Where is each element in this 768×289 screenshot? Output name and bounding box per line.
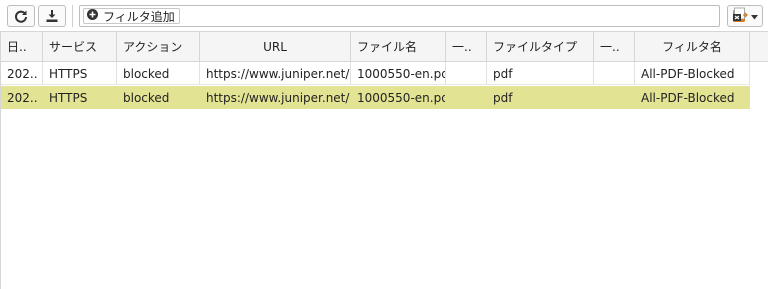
table-header: 日.. サービス アクション URL ファイル名 一.. ファイルタイプ 一..… <box>1 32 768 62</box>
column-header-col6[interactable]: 一.. <box>446 32 487 61</box>
cell-action: blocked <box>117 62 200 85</box>
column-header-action[interactable]: アクション <box>117 32 200 61</box>
cell-action: blocked <box>123 90 170 105</box>
cell-filetype: pdf <box>487 62 594 85</box>
export-icon <box>732 7 748 26</box>
toolbar: フィルタ追加 <box>0 0 768 32</box>
add-filter-button[interactable]: フィルタ追加 <box>83 8 180 24</box>
table-row[interactable]: 202.. HTTPS blocked https://www.juniper.… <box>1 62 750 85</box>
cell-service: HTTPS <box>43 62 117 85</box>
cell-date: 202.. <box>7 90 38 105</box>
download-button[interactable] <box>38 5 66 27</box>
log-table: 日.. サービス アクション URL ファイル名 一.. ファイルタイプ 一..… <box>0 31 768 289</box>
table-row-selected[interactable]: 202.. HTTPS blocked https://www.juniper.… <box>1 86 750 109</box>
cell-filename: 1000550-en.pdf <box>357 90 446 105</box>
cell-url: https://www.juniper.net/a... <box>206 90 350 105</box>
column-header-filetype[interactable]: ファイルタイプ <box>487 32 594 61</box>
column-header-service[interactable]: サービス <box>43 32 117 61</box>
filter-bar[interactable]: フィルタ追加 <box>79 5 720 27</box>
cell-filtername: All-PDF-Blocked <box>641 90 735 105</box>
cell-filetype: pdf <box>493 90 513 105</box>
cell-date: 202.. <box>1 62 43 85</box>
cell-col6 <box>446 62 487 85</box>
cell-url: https://www.juniper.net/a... <box>200 62 351 85</box>
column-header-filename[interactable]: ファイル名 <box>351 32 446 61</box>
refresh-button[interactable] <box>7 5 35 27</box>
cell-col6 <box>446 86 487 109</box>
export-menu-button[interactable] <box>727 5 763 27</box>
column-header-col8[interactable]: 一.. <box>594 32 635 61</box>
cell-col8 <box>594 62 635 85</box>
refresh-icon <box>14 9 28 23</box>
column-header-filtername[interactable]: フィルタ名 <box>635 32 750 61</box>
download-icon <box>45 9 59 23</box>
toolbar-separator <box>72 5 73 27</box>
plus-circle-icon <box>87 9 98 23</box>
column-header-date[interactable]: 日.. <box>1 32 43 61</box>
chevron-down-icon <box>751 9 758 23</box>
cell-col8 <box>594 86 635 109</box>
add-filter-label: フィルタ追加 <box>103 9 175 24</box>
cell-filtername: All-PDF-Blocked <box>635 62 750 85</box>
cell-filename: 1000550-en.pdf <box>351 62 446 85</box>
cell-service: HTTPS <box>49 90 88 105</box>
column-header-url[interactable]: URL <box>200 32 351 61</box>
